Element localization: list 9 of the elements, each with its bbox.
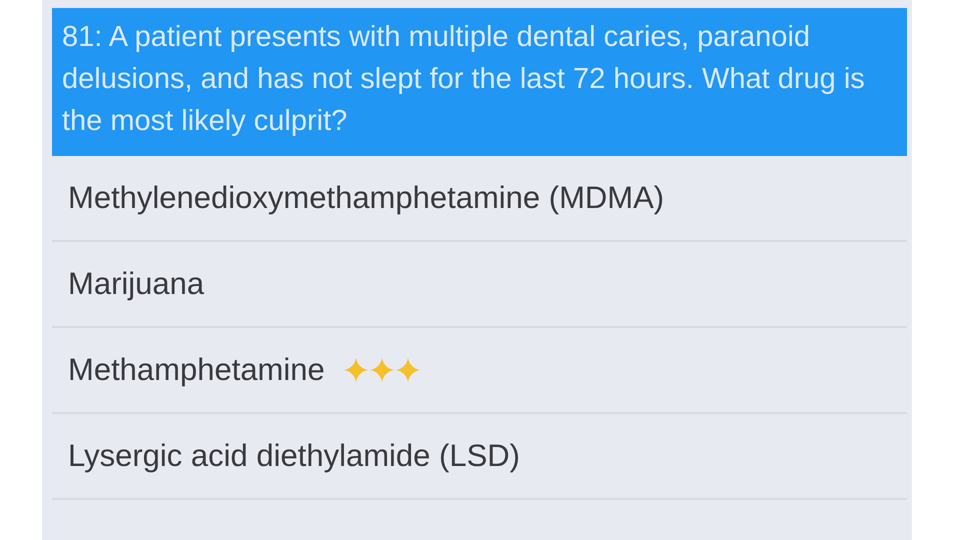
answer-option[interactable]: Lysergic acid diethylamide (LSD) — [52, 414, 907, 500]
answer-text: Methamphetamine — [68, 350, 325, 389]
answer-text: Lysergic acid diethylamide (LSD) — [68, 436, 520, 475]
answer-option[interactable]: Methamphetamine — [52, 328, 907, 414]
answer-text: Marijuana — [68, 264, 204, 303]
question-text: 81: A patient presents with multiple dental caries, paranoid delusions, and has not slept for the last 72 hours. What drug is the most likely culprit? — [52, 8, 907, 156]
answer-option[interactable]: Marijuana — [52, 242, 907, 328]
answer-option[interactable]: Methylenedioxymethamphetamine (MDMA) — [52, 156, 907, 242]
answer-text: Methylenedioxymethamphetamine (MDMA) — [68, 178, 664, 217]
